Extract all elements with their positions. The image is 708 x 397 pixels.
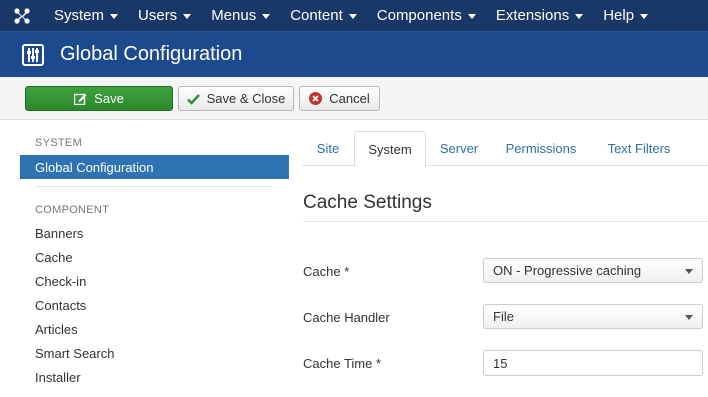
tab-permissions[interactable]: Permissions: [494, 131, 588, 166]
top-navbar: System Users Menus Content Components Ex…: [0, 0, 708, 31]
sidebar-item-smart-search[interactable]: Smart Search: [35, 346, 114, 361]
sidebar-heading-component: COMPONENT: [35, 204, 110, 216]
save-and-close-button-label: Save & Close: [206, 91, 286, 106]
section-divider: [303, 221, 708, 222]
page-header: Global Configuration: [0, 31, 708, 77]
equalizer-icon: [20, 42, 46, 68]
sidebar-item-cache[interactable]: Cache: [35, 250, 73, 265]
caret-down-icon: [640, 14, 649, 19]
checkmark-icon: [186, 93, 200, 105]
page-title: Global Configuration: [60, 43, 243, 65]
cancel-button-label: Cancel: [329, 91, 370, 106]
joomla-logo-icon[interactable]: [0, 0, 44, 31]
dropdown-arrow-icon: [685, 269, 693, 274]
sidebar-divider: [35, 186, 271, 187]
config-tabs: Site System Server Permissions Text Filt…: [302, 131, 708, 167]
caret-down-icon: [348, 14, 357, 19]
cache-handler-label: Cache Handler: [303, 310, 390, 325]
nav-label: Help: [603, 7, 635, 24]
nav-label: Menus: [211, 7, 257, 24]
nav-components-menu[interactable]: Components: [367, 0, 486, 31]
nav-label: Extensions: [495, 7, 570, 24]
sidebar-item-installer[interactable]: Installer: [35, 370, 81, 385]
sidebar-item-check-in[interactable]: Check-in: [35, 274, 86, 289]
caret-down-icon: [575, 14, 584, 19]
cache-select-value: ON - Progressive caching: [493, 263, 642, 278]
cache-handler-select[interactable]: File: [483, 304, 703, 329]
cache-select[interactable]: ON - Progressive caching: [483, 258, 703, 283]
caret-down-icon: [467, 14, 476, 19]
cache-label: Cache *: [303, 264, 350, 279]
caret-down-icon: [110, 14, 119, 19]
sidebar-item-banners[interactable]: Banners: [35, 226, 83, 241]
cache-time-input[interactable]: 15: [483, 350, 703, 376]
section-title: Cache Settings: [303, 192, 432, 213]
nav-label: Users: [138, 7, 178, 24]
nav-help-menu[interactable]: Help: [593, 0, 658, 31]
sidebar-heading-system: SYSTEM: [35, 137, 83, 149]
cancel-button[interactable]: Cancel: [299, 86, 380, 111]
nav-content-menu[interactable]: Content: [280, 0, 367, 31]
nav-system-menu[interactable]: System: [44, 0, 128, 31]
cache-handler-select-value: File: [493, 309, 514, 324]
nav-label: System: [54, 7, 105, 24]
tab-text-filters[interactable]: Text Filters: [594, 131, 684, 166]
sidebar-item-articles[interactable]: Articles: [35, 322, 78, 337]
cancel-circle-icon: [309, 92, 323, 105]
edit-icon: [74, 92, 87, 105]
nav-label: Components: [376, 7, 462, 24]
toolbar: Save Save & Close Cancel: [0, 77, 708, 120]
save-and-close-button[interactable]: Save & Close: [178, 86, 294, 111]
cache-time-label: Cache Time *: [303, 356, 382, 371]
nav-extensions-menu[interactable]: Extensions: [486, 0, 593, 31]
caret-down-icon: [262, 14, 271, 19]
sidebar-item-contacts[interactable]: Contacts: [35, 298, 86, 313]
save-button[interactable]: Save: [25, 86, 173, 111]
sidebar-item-global-configuration[interactable]: Global Configuration: [20, 155, 289, 179]
save-button-label: Save: [94, 91, 124, 106]
tab-site[interactable]: Site: [302, 131, 354, 166]
sidebar: SYSTEM Global Configuration COMPONENT Ba…: [20, 120, 289, 397]
tab-server[interactable]: Server: [428, 131, 490, 166]
dropdown-arrow-icon: [685, 315, 693, 320]
nav-users-menu[interactable]: Users: [128, 0, 201, 31]
caret-down-icon: [183, 14, 192, 19]
tab-system[interactable]: System: [354, 131, 426, 167]
nav-label: Content: [290, 7, 343, 24]
nav-menus-menu[interactable]: Menus: [201, 0, 280, 31]
